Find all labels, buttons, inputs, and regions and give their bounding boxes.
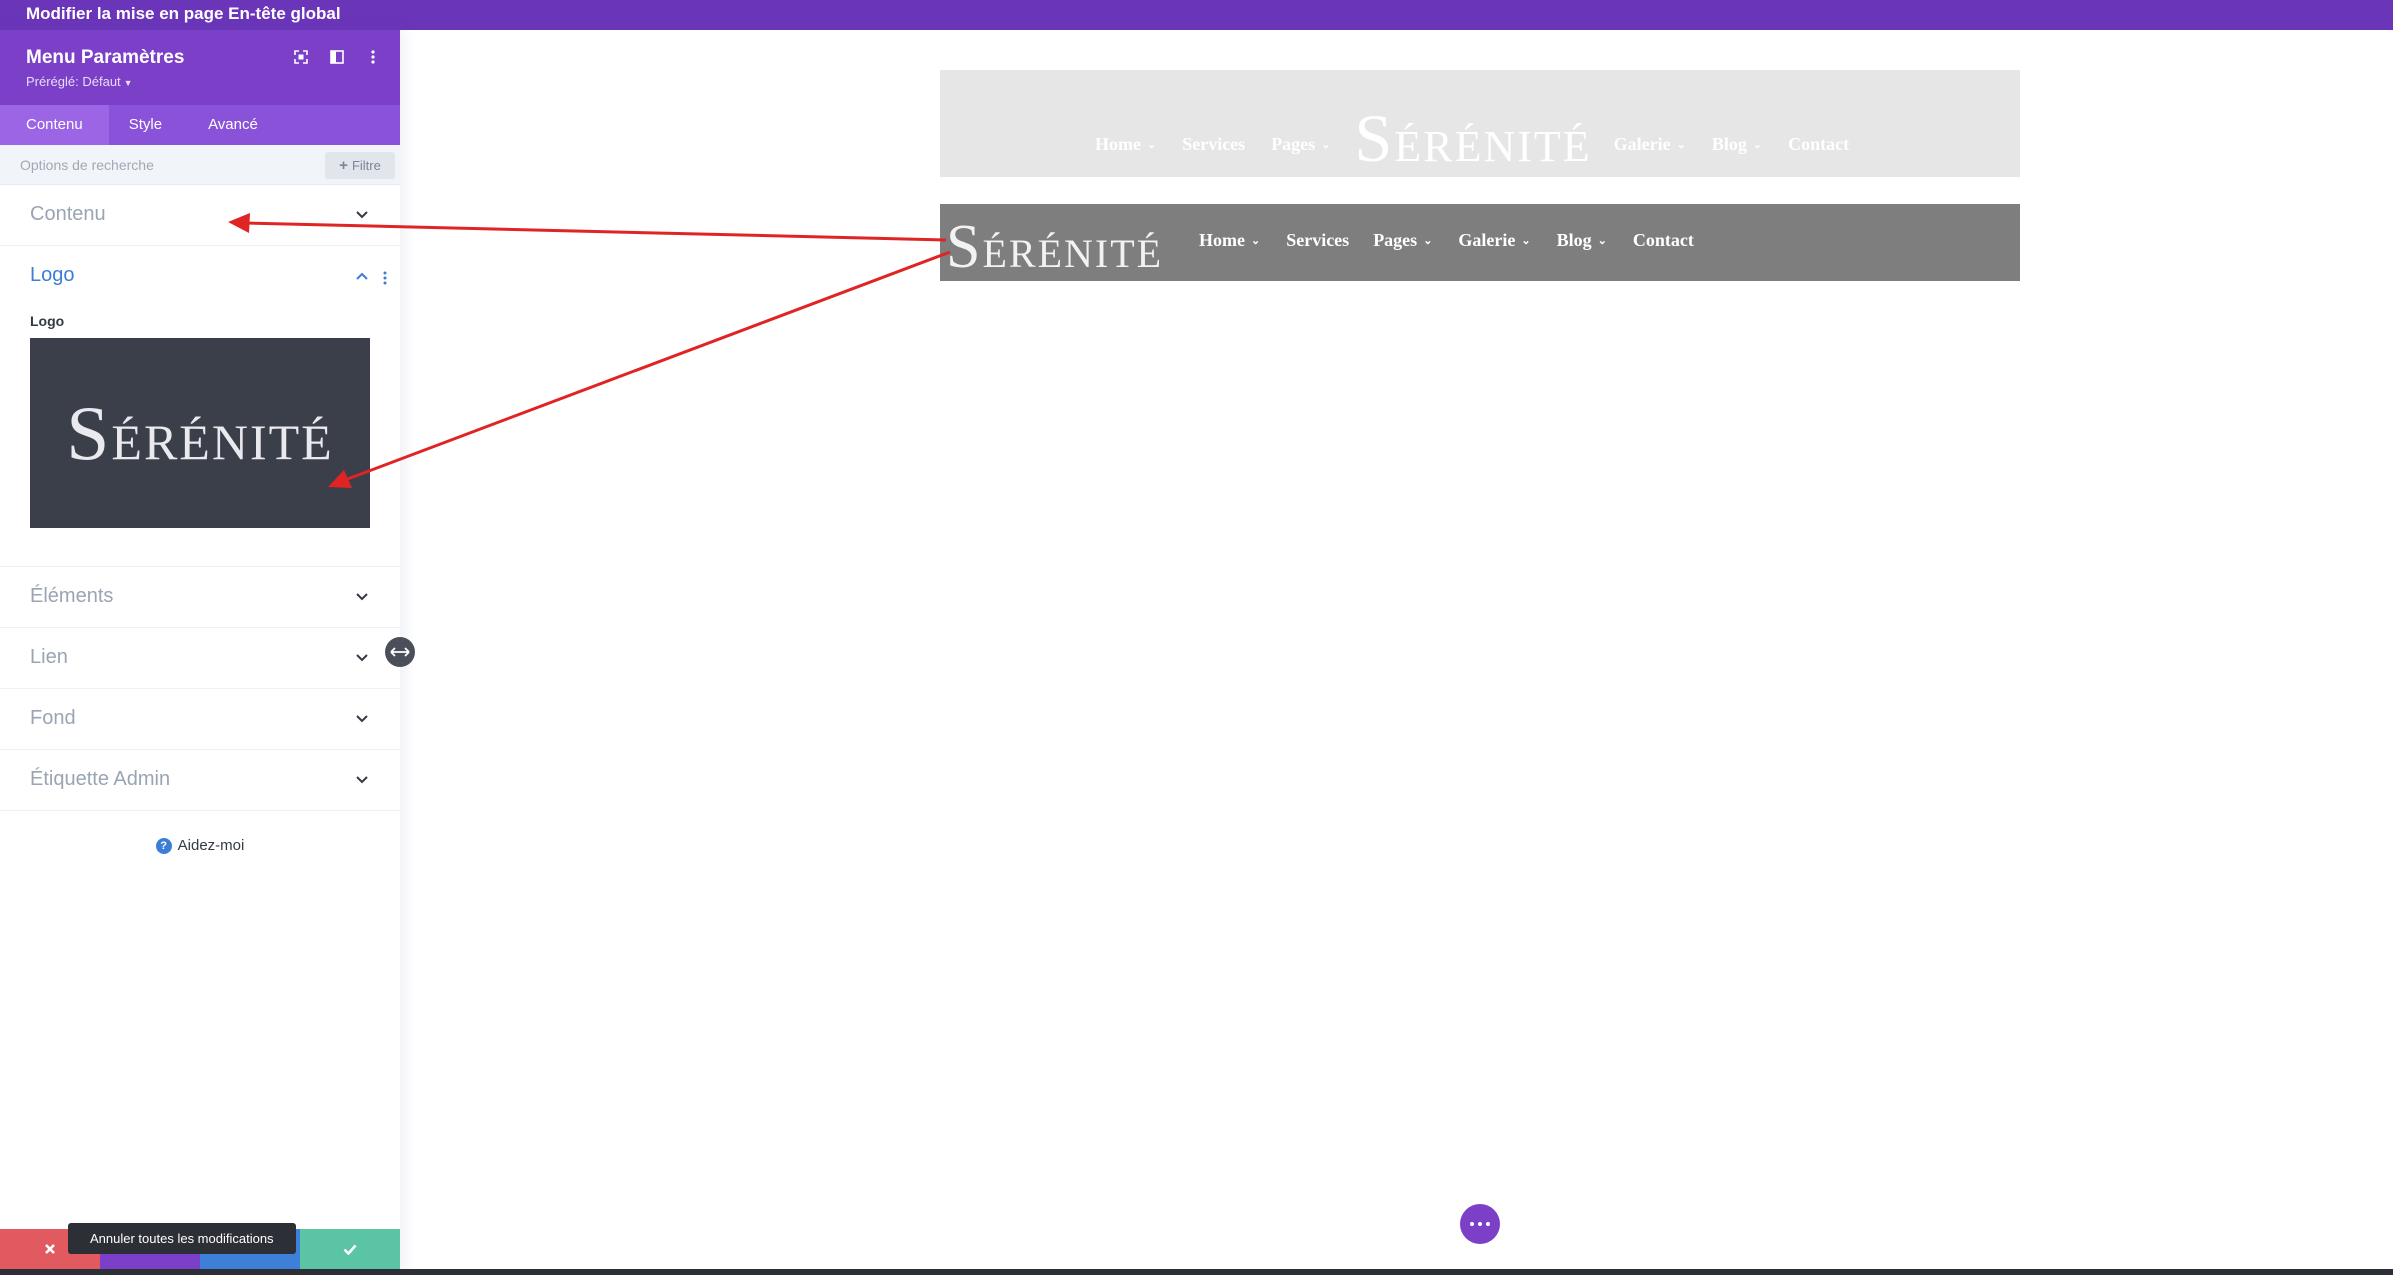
panel-tabs: Contenu Style Avancé	[0, 105, 400, 145]
chevron-down-icon	[356, 715, 368, 723]
chevron-down-icon: ⌄	[1752, 139, 1763, 151]
page-settings-fab[interactable]	[1460, 1204, 1500, 1244]
dot-icon	[1470, 1222, 1474, 1226]
preset-label: Préréglé: Défaut	[26, 74, 121, 89]
nav-item-galerie[interactable]: Galerie ⌄	[1614, 134, 1686, 155]
help-label: Aidez-moi	[177, 837, 245, 854]
chevron-down-icon: ⌄	[1146, 139, 1157, 151]
chevron-down-icon	[356, 776, 368, 784]
logo-wordmark: SÉRÉNITÉ	[66, 389, 334, 476]
toggle-fond[interactable]: Fond	[0, 689, 400, 750]
expand-icon[interactable]	[294, 50, 308, 64]
nav-item-home[interactable]: Home ⌄	[1095, 134, 1156, 155]
toggle-title-etiquette: Étiquette Admin	[30, 768, 171, 790]
nav-item-blog[interactable]: Blog ⌄	[1557, 230, 1607, 251]
resize-horizontal-icon	[390, 647, 410, 657]
panel-title: Menu Paramètres	[26, 47, 185, 68]
toggle-title-contenu: Contenu	[30, 203, 106, 225]
nav-item-pages[interactable]: Pages ⌄	[1271, 134, 1330, 155]
toggle-logo: Logo Logo SÉRÉNITÉ	[0, 246, 400, 567]
toggle-etiquette-admin[interactable]: Étiquette Admin	[0, 750, 400, 811]
save-button[interactable]	[300, 1229, 400, 1269]
tab-style[interactable]: Style	[109, 105, 188, 145]
tab-avance[interactable]: Avancé	[188, 105, 284, 145]
split-view-icon[interactable]	[330, 50, 344, 64]
window-title: Modifier la mise en page En-tête global	[0, 0, 2393, 30]
chevron-down-icon: ⌄	[1423, 235, 1433, 247]
annotation-arrow-to-logo	[344, 250, 951, 482]
preset-selector[interactable]: Préréglé: Défaut ▼	[26, 74, 133, 89]
chevron-down-icon: ⌄	[1321, 139, 1331, 151]
toggle-title-elements: Éléments	[30, 585, 114, 607]
nav-item-contact[interactable]: Contact	[1788, 134, 1849, 155]
panel-resize-handle[interactable]	[385, 637, 415, 667]
filter-label: Filtre	[351, 158, 381, 173]
close-icon	[45, 1244, 55, 1254]
chevron-down-icon	[356, 593, 368, 601]
dot-icon	[1486, 1222, 1490, 1226]
chevron-down-icon	[356, 211, 368, 219]
caret-down-icon: ▼	[123, 78, 133, 88]
nav-item-services[interactable]: Services	[1182, 134, 1245, 155]
tab-contenu[interactable]: Contenu	[0, 105, 109, 145]
search-row: + Filtre	[0, 145, 400, 185]
nav-item-blog[interactable]: Blog ⌄	[1712, 134, 1762, 155]
more-options-icon[interactable]	[383, 271, 387, 285]
nav-item-services[interactable]: Services	[1286, 230, 1349, 251]
preview-logo-centered[interactable]: SÉRÉNITÉ	[1354, 99, 1591, 178]
checkmark-icon	[343, 1244, 357, 1255]
preview-logo-left[interactable]: SÉRÉNITÉ	[946, 212, 1163, 283]
chevron-down-icon: ⌄	[1250, 235, 1261, 247]
discard-tooltip: Annuler toutes les modifications	[68, 1223, 296, 1254]
help-link[interactable]: ? Aidez-moi	[0, 837, 400, 854]
preview-header-left[interactable]: SÉRÉNITÉ Home ⌄ Services Pages ⌄ Galerie ⌄ …	[940, 204, 2020, 281]
chevron-down-icon: ⌄	[1676, 139, 1686, 151]
bottom-border	[0, 1269, 2393, 1275]
settings-panel: Menu Paramètres Préréglé: Défaut ▼ Conten…	[0, 30, 400, 1275]
toggle-title-logo[interactable]: Logo	[30, 264, 75, 287]
chevron-down-icon: ⌄	[1521, 235, 1531, 247]
nav-item-home[interactable]: Home ⌄	[1199, 230, 1260, 251]
plus-icon: +	[339, 157, 348, 174]
filter-button[interactable]: + Filtre	[325, 152, 395, 179]
search-input[interactable]	[20, 153, 310, 177]
chevron-down-icon	[356, 654, 368, 662]
toggle-lien[interactable]: Lien	[0, 628, 400, 689]
toggle-contenu[interactable]: Contenu	[0, 185, 400, 246]
nav-menu-centered: Home ⌄ Services Pages ⌄ SÉRÉNITÉ Galerie ⌄ …	[1095, 100, 1849, 178]
chevron-down-icon: ⌄	[1597, 235, 1607, 247]
logo-image-preview[interactable]: SÉRÉNITÉ	[30, 338, 370, 528]
nav-menu-left: Home ⌄ Services Pages ⌄ Galerie ⌄ Blog ⌄ Con…	[1199, 230, 1694, 251]
toggle-elements[interactable]: Éléments	[0, 567, 400, 628]
nav-item-galerie[interactable]: Galerie ⌄	[1458, 230, 1530, 251]
logo-field-label: Logo	[30, 313, 65, 329]
toggle-title-lien: Lien	[30, 646, 68, 668]
dot-icon	[1478, 1222, 1482, 1226]
help-icon: ?	[155, 837, 172, 854]
preview-header-centered[interactable]: Home ⌄ Services Pages ⌄ SÉRÉNITÉ Galerie ⌄ …	[940, 70, 2020, 177]
more-options-icon[interactable]	[366, 50, 380, 64]
chevron-up-icon[interactable]	[356, 272, 368, 280]
nav-item-contact[interactable]: Contact	[1633, 230, 1694, 251]
toggle-title-fond: Fond	[30, 707, 76, 729]
nav-item-pages[interactable]: Pages ⌄	[1373, 230, 1432, 251]
panel-header: Menu Paramètres Préréglé: Défaut ▼	[0, 30, 400, 105]
